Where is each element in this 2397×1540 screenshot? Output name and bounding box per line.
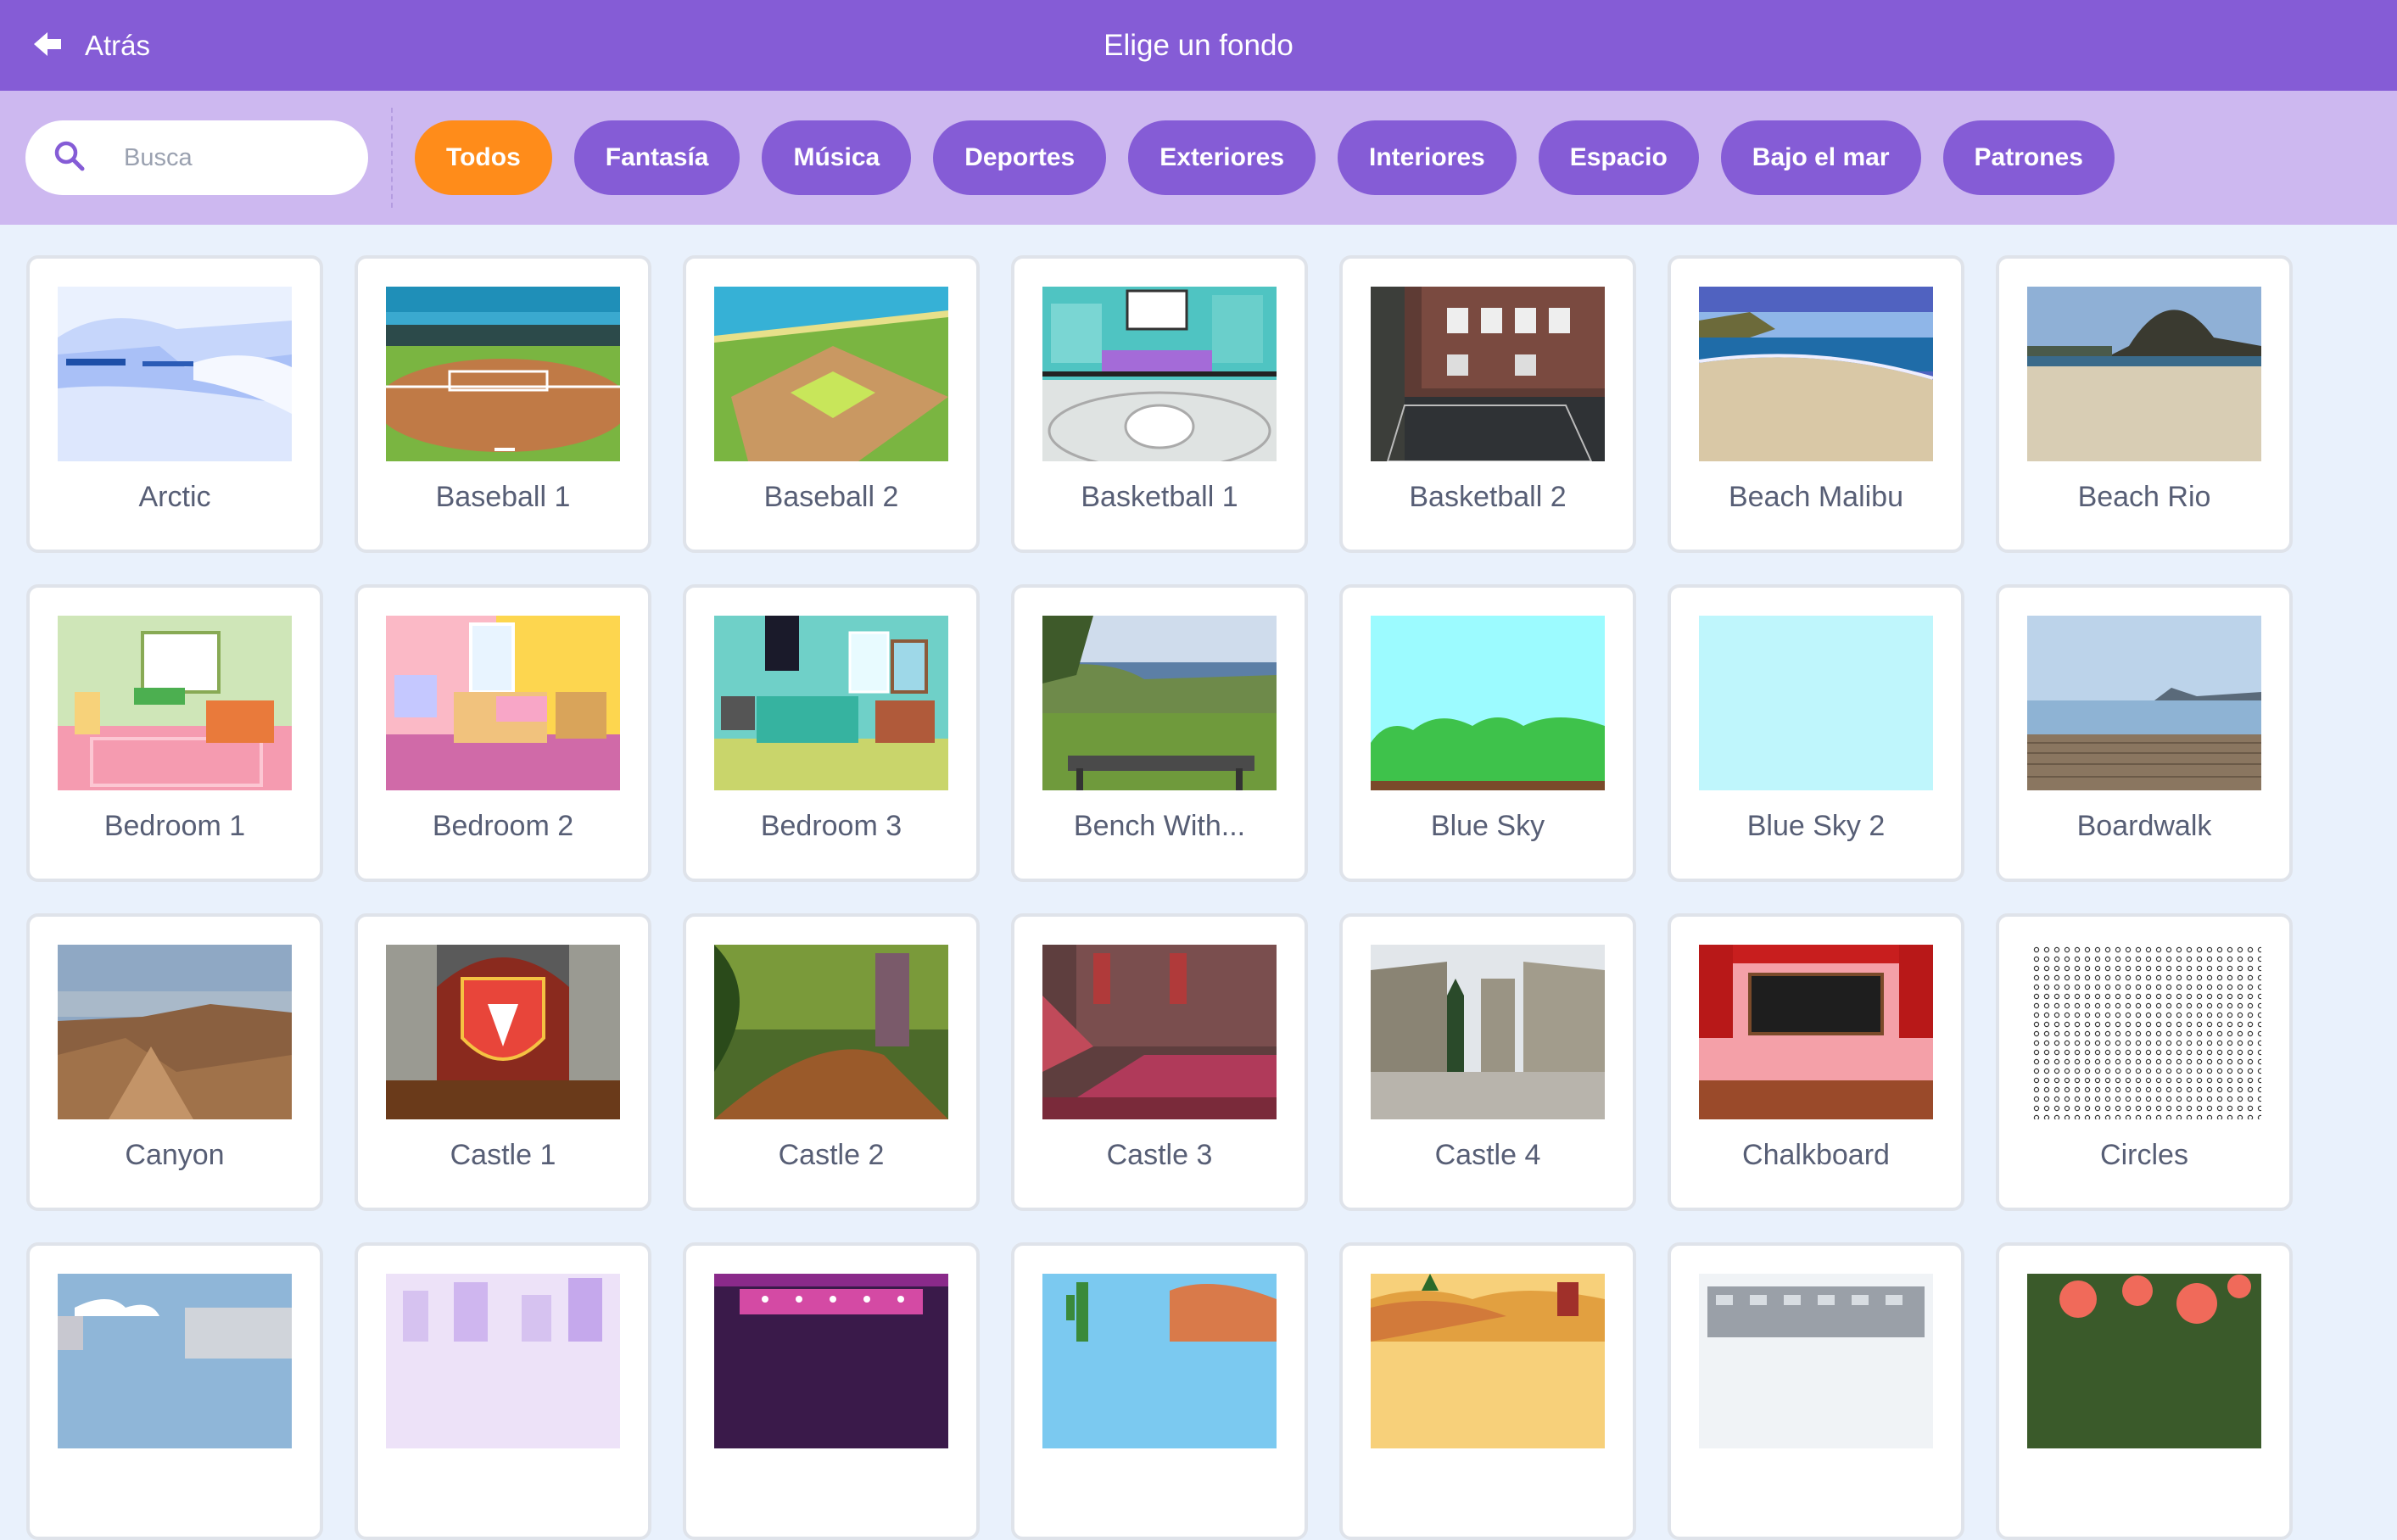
backdrop-name: Bedroom 2 [432,810,574,842]
backdrop-thumbnail-concert [714,1274,948,1448]
category-tabs: Todos Fantasía Música Deportes Exteriores Int… [415,120,2115,195]
backdrop-thumbnail-blue-sky-2 [1699,616,1933,790]
category-tab-exteriores[interactable]: Exteriores [1128,120,1316,195]
backdrop-card-blue-sky[interactable]: Blue Sky [1339,584,1636,882]
backdrop-card-canyon[interactable]: Canyon [26,913,323,1211]
backdrop-card-castle2[interactable]: Castle 2 [683,913,980,1211]
backdrop-card-city[interactable] [26,1242,323,1540]
backdrop-name: Basketball 1 [1081,481,1238,513]
search-box[interactable] [25,120,368,195]
backdrop-name: Blue Sky 2 [1746,810,1886,842]
category-tab-música[interactable]: Música [762,120,912,195]
backdrop-card-blue-sky-2[interactable]: Blue Sky 2 [1668,584,1964,882]
backdrop-thumbnail-castle3 [1042,945,1277,1119]
backdrop-card-flowers[interactable] [1996,1242,2293,1540]
backdrop-card-building[interactable] [1668,1242,1964,1540]
backdrop-card-bedroom2[interactable]: Bedroom 2 [355,584,651,882]
backdrop-card-baseball1[interactable]: Baseball 1 [355,255,651,553]
backdrop-card-concert[interactable] [683,1242,980,1540]
category-tab-espacio[interactable]: Espacio [1538,120,1699,195]
backdrop-thumbnail-building [1699,1274,1933,1448]
page-title: Elige un fondo [1104,29,1293,62]
backdrop-card-boardwalk[interactable]: Boardwalk [1996,584,2293,882]
backdrop-name: Castle 2 [778,1139,885,1171]
backdrop-name: Boardwalk [2076,810,2212,842]
backdrop-name: Baseball 2 [763,481,899,513]
backdrop-thumbnail-canyon [58,945,292,1119]
category-tab-deportes[interactable]: Deportes [933,120,1107,195]
backdrop-name: Bedroom 3 [760,810,902,842]
backdrop-thumbnail-castle1 [386,945,620,1119]
backdrop-card-farm[interactable] [1339,1242,1636,1540]
backdrop-thumbnail-farm [1371,1274,1605,1448]
backdrop-card-baseball2[interactable]: Baseball 2 [683,255,980,553]
backdrop-name: Canyon [125,1139,225,1171]
backdrop-thumbnail-bedroom3 [714,616,948,790]
backdrop-thumbnail-bench [1042,616,1277,790]
backdrop-name: Castle 1 [450,1139,556,1171]
backdrop-card-bedroom3[interactable]: Bedroom 3 [683,584,980,882]
search-input[interactable] [122,142,338,173]
backdrop-card-desert[interactable] [1011,1242,1308,1540]
category-tab-fantasía[interactable]: Fantasía [573,120,740,195]
backdrop-thumbnail-arctic [58,287,292,461]
backdrop-thumbnail-castle4 [1371,945,1605,1119]
backdrop-thumbnail-baseball2 [714,287,948,461]
backdrop-name: Beach Rio [2077,481,2211,513]
backdrop-name: Baseball 1 [435,481,571,513]
backdrop-name: Circles [2100,1139,2188,1171]
backdrop-name: Castle 4 [1434,1139,1541,1171]
category-tab-bajo-el-mar[interactable]: Bajo el mar [1720,120,1921,195]
backdrop-card-circles[interactable]: Circles [1996,913,2293,1211]
modal-header: Atrás Elige un fondo [0,0,2397,91]
backdrop-name: Chalkboard [1742,1139,1890,1171]
backdrop-thumbnail-beach-malibu [1699,287,1933,461]
search-icon [25,139,87,177]
backdrop-card-chalkboard[interactable]: Chalkboard [1668,913,1964,1211]
backdrop-thumbnail-bedroom2 [386,616,620,790]
backdrop-name: Castle 3 [1106,1139,1213,1171]
backdrop-thumbnail-castle2 [714,945,948,1119]
filter-divider [391,108,393,208]
backdrop-thumbnail-bedroom1 [58,616,292,790]
category-tab-interiores[interactable]: Interiores [1338,120,1517,195]
backdrop-card-bedroom1[interactable]: Bedroom 1 [26,584,323,882]
backdrop-thumbnail-city [58,1274,292,1448]
backdrop-card-basketball2[interactable]: Basketball 2 [1339,255,1636,553]
backdrop-thumbnail-beach-rio [2027,287,2261,461]
backdrop-library-grid: Arctic Baseball 1 Baseball 2 Basketball 1 Ba… [26,255,2333,1540]
backdrop-thumbnail-circles [2027,945,2261,1119]
backdrop-card-castle3[interactable]: Castle 3 [1011,913,1308,1211]
filter-bar: Todos Fantasía Música Deportes Exteriores Int… [0,91,2397,225]
category-tab-todos[interactable]: Todos [415,120,552,195]
backdrop-card-basketball1[interactable]: Basketball 1 [1011,255,1308,553]
backdrop-thumbnail-chalkboard [1699,945,1933,1119]
backdrop-thumbnail-desert [1042,1274,1277,1448]
category-tab-patrones[interactable]: Patrones [1942,120,2115,195]
backdrop-name: Basketball 2 [1409,481,1567,513]
backdrop-name: Beach Malibu [1728,481,1903,513]
backdrop-name: Bench With... [1073,810,1246,842]
backdrop-name: Blue Sky [1430,810,1545,842]
backdrop-card-beach-malibu[interactable]: Beach Malibu [1668,255,1964,553]
backdrop-thumbnail-city-purple [386,1274,620,1448]
backdrop-thumbnail-flowers [2027,1274,2261,1448]
backdrop-thumbnail-blue-sky [1371,616,1605,790]
backdrop-card-city-purple[interactable] [355,1242,651,1540]
backdrop-thumbnail-basketball2 [1371,287,1605,461]
backdrop-card-beach-rio[interactable]: Beach Rio [1996,255,2293,553]
backdrop-thumbnail-boardwalk [2027,616,2261,790]
backdrop-card-bench[interactable]: Bench With... [1011,584,1308,882]
backdrop-card-castle4[interactable]: Castle 4 [1339,913,1636,1211]
backdrop-card-castle1[interactable]: Castle 1 [355,913,651,1211]
backdrop-name: Arctic [138,481,211,513]
backdrop-card-arctic[interactable]: Arctic [26,255,323,553]
backdrop-thumbnail-basketball1 [1042,287,1277,461]
backdrop-name: Bedroom 1 [103,810,246,842]
backdrop-thumbnail-baseball1 [386,287,620,461]
